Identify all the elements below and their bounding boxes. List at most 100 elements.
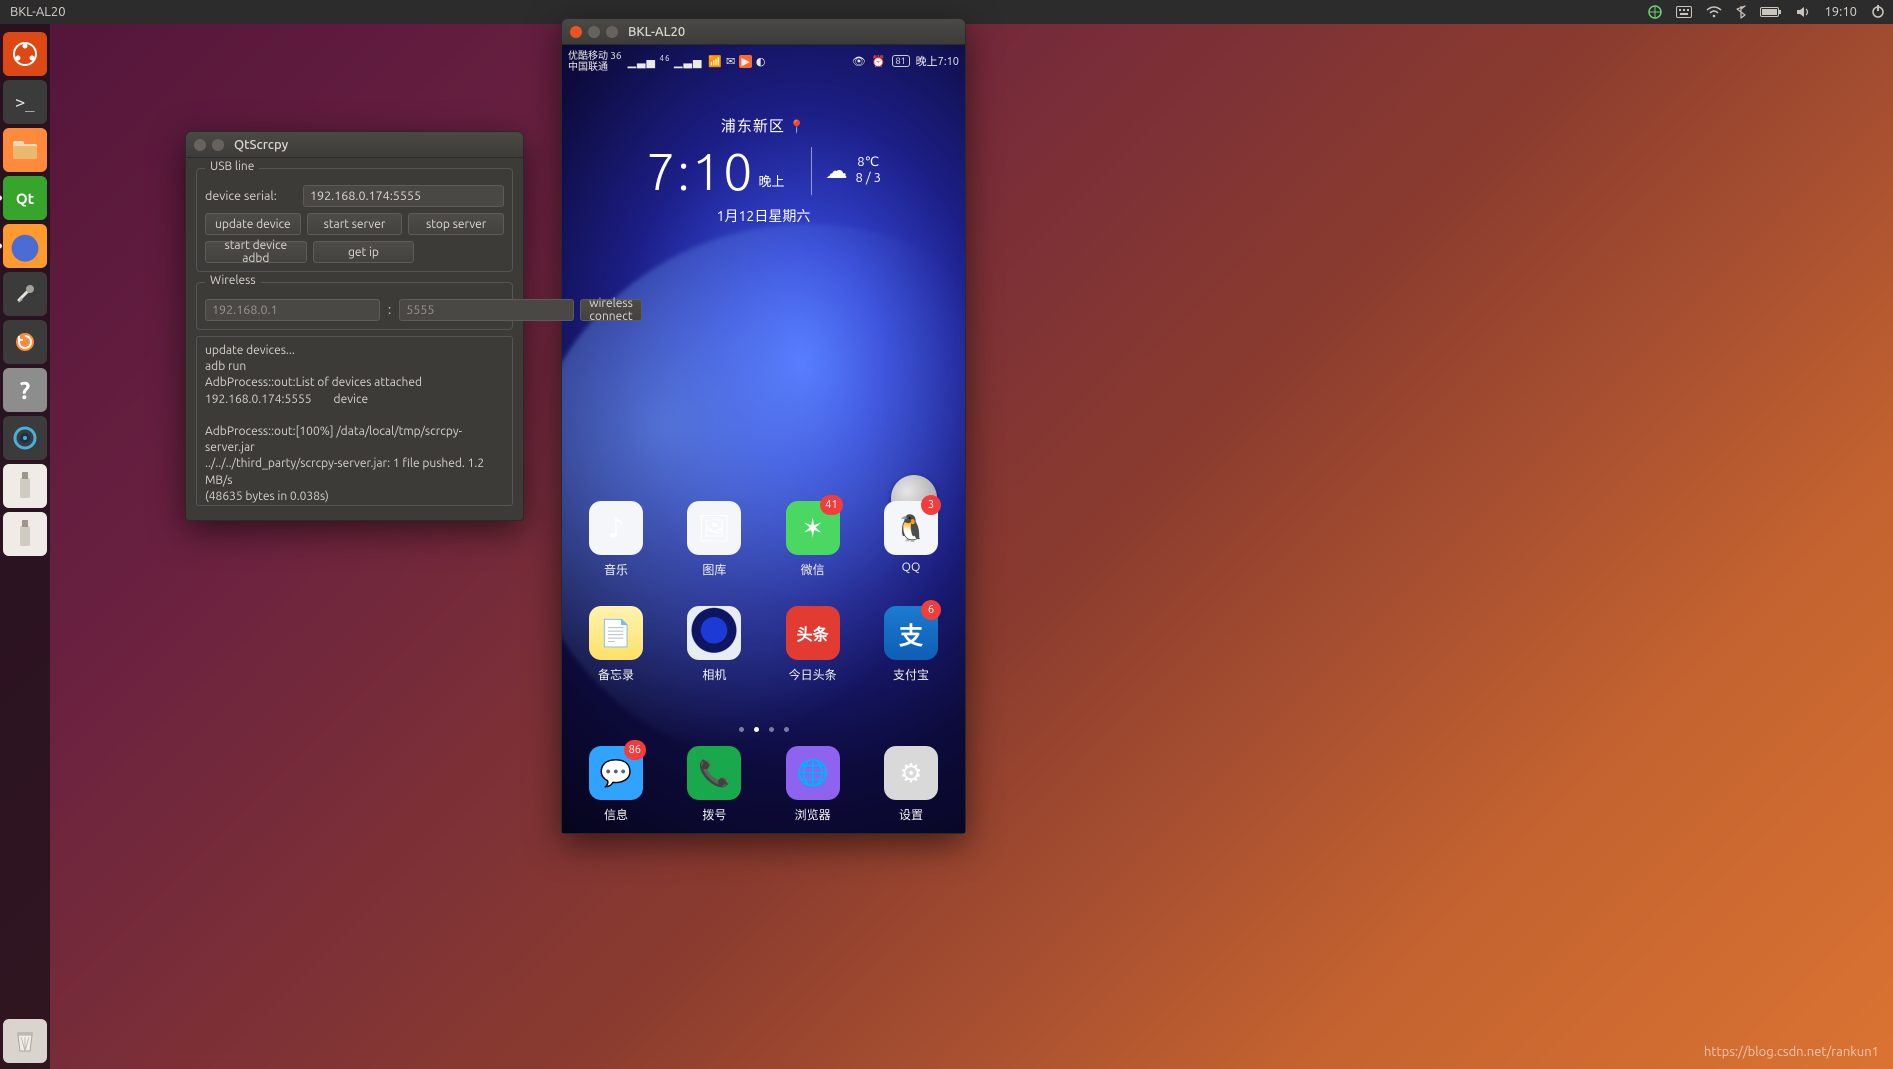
qtscrcpy-titlebar[interactable]: QtScrcpy (186, 132, 523, 158)
phone-title: BKL-AL20 (628, 25, 685, 39)
launcher-qtcreator[interactable]: Qt (3, 176, 47, 220)
big-time: 7:10 (646, 142, 754, 200)
battery-indicator-icon[interactable] (1760, 6, 1782, 18)
wechat-label: 微信 (767, 561, 859, 578)
update-device-button[interactable]: update device (205, 213, 301, 235)
wifi-icon: 📶 (708, 55, 722, 68)
video-notif-icon: ▶ (739, 55, 751, 68)
stop-server-button[interactable]: stop server (408, 213, 504, 235)
minimize-icon[interactable] (212, 139, 224, 151)
wechat-badge: 41 (820, 495, 842, 515)
serial-input[interactable] (303, 185, 504, 207)
keyboard-indicator-icon[interactable] (1676, 6, 1692, 18)
launcher-system-settings[interactable] (3, 272, 47, 316)
launcher-help[interactable]: ? (3, 368, 47, 412)
app-settings[interactable]: ⚙设置 (875, 746, 947, 823)
launcher-usb-drive-2[interactable] (3, 512, 47, 556)
launcher-terminal[interactable]: >_ (3, 80, 47, 124)
gallery-icon: 🖼 (687, 501, 741, 555)
eye-comfort-icon: 👁 (852, 55, 866, 68)
time-suffix: 晚上 (759, 171, 785, 190)
phone-icon: 📞 (687, 746, 741, 800)
temp: 8℃ (856, 155, 881, 171)
carrier-label: 优酷移动 36 中国联通 (568, 50, 622, 72)
qtscrcpy-title: QtScrcpy (234, 138, 288, 152)
weather-icon: ☁ (826, 158, 848, 184)
home-clock-widget[interactable]: 浦东新区📍 7:10 晚上 ☁ 8℃ 8 / 3 1月12日星期六 (562, 115, 965, 226)
app-phone[interactable]: 📞拨号 (678, 746, 750, 823)
clock[interactable]: 19:10 (1824, 5, 1857, 19)
wifi-indicator-icon[interactable] (1706, 6, 1722, 18)
music-icon: ♪ (589, 501, 643, 555)
wireless-legend: Wireless (205, 274, 261, 287)
messages-label: 信息 (570, 806, 662, 823)
browser-label: 浏览器 (767, 806, 859, 823)
sound-indicator-icon[interactable] (1796, 6, 1810, 18)
log-output[interactable]: update devices... adb run AdbProcess::ou… (196, 336, 513, 506)
page-indicator[interactable] (562, 727, 965, 732)
phone-statusbar: 优酷移动 36 中国联通 ▁▃▅ 46 ▁▃▅ 📶 ✉ ▶ ◐ 👁 ⏰ 81 晚… (568, 49, 959, 73)
launcher-dash[interactable] (3, 32, 47, 76)
wireless-connect-button[interactable]: wireless connect (580, 299, 642, 321)
date-text: 1月12日星期六 (562, 206, 965, 226)
alipay-badge: 6 (921, 600, 941, 620)
start-server-button[interactable]: start server (307, 213, 403, 235)
phone-mirror-window: BKL-AL20 优酷移动 36 中国联通 ▁▃▅ 46 ▁▃▅ 📶 ✉ ▶ ◐… (561, 18, 966, 834)
gallery-label: 图库 (668, 561, 760, 578)
app-toutiao[interactable]: 头条今日头条 (777, 606, 849, 683)
generic-notif-icon: ◐ (756, 55, 766, 68)
app-browser[interactable]: 🌐浏览器 (777, 746, 849, 823)
battery-level: 81 (892, 55, 910, 67)
settings-label: 设置 (865, 806, 957, 823)
app-music[interactable]: ♪音乐 (580, 501, 652, 578)
launcher-files[interactable] (3, 128, 47, 172)
app-notes[interactable]: 📄备忘录 (580, 606, 652, 683)
app-camera[interactable]: 相机 (678, 606, 750, 683)
camera-icon (687, 606, 741, 660)
start-adbd-button[interactable]: start device adbd (205, 241, 307, 263)
app-gallery[interactable]: 🖼图库 (678, 501, 750, 578)
home-apps: ♪音乐🖼图库✶微信41🐧QQ3 📄备忘录相机头条今日头条支支付宝6 (562, 501, 965, 683)
signal-icon: ▁▃▅ 46 ▁▃▅ (628, 54, 703, 69)
close-icon[interactable] (570, 26, 582, 38)
get-ip-button[interactable]: get ip (313, 241, 415, 263)
camera-label: 相机 (668, 666, 760, 683)
divider (811, 147, 812, 195)
phone-titlebar[interactable]: BKL-AL20 (562, 19, 965, 45)
usb-group: USB line device serial: update device st… (196, 168, 513, 272)
qq-badge: 3 (921, 495, 941, 515)
minimize-icon[interactable] (588, 26, 600, 38)
app-messages[interactable]: 💬信息86 (580, 746, 652, 823)
colon: : (386, 303, 393, 317)
launcher-trash[interactable] (3, 1019, 47, 1063)
session-indicator-icon[interactable] (1871, 5, 1885, 19)
wireless-port-input[interactable] (399, 299, 574, 321)
qtscrcpy-window: QtScrcpy USB line device serial: update … (185, 131, 524, 521)
alarm-icon: ⏰ (872, 55, 886, 68)
launcher-usb-drive-1[interactable] (3, 464, 47, 508)
location-pin-icon: 📍 (789, 120, 806, 134)
settings-icon: ⚙ (884, 746, 938, 800)
phone-screen[interactable]: 优酷移动 36 中国联通 ▁▃▅ 46 ▁▃▅ 📶 ✉ ▶ ◐ 👁 ⏰ 81 晚… (562, 45, 965, 833)
notes-label: 备忘录 (570, 666, 662, 683)
maximize-icon[interactable] (606, 26, 618, 38)
app-alipay[interactable]: 支支付宝6 (875, 606, 947, 683)
wireless-ip-input[interactable] (205, 299, 380, 321)
location-text: 浦东新区 (721, 117, 785, 134)
phone-dock: 💬信息86📞拨号🌐浏览器⚙设置 (562, 746, 965, 823)
music-label: 音乐 (570, 561, 662, 578)
close-icon[interactable] (194, 139, 206, 151)
notes-icon: 📄 (589, 606, 643, 660)
app-qq[interactable]: 🐧QQ3 (875, 501, 947, 578)
usb-legend: USB line (205, 160, 259, 173)
unity-launcher: >_ Qt ? (0, 24, 50, 1069)
bluetooth-indicator-icon[interactable] (1736, 5, 1746, 19)
alipay-label: 支付宝 (865, 666, 957, 683)
launcher-cheese[interactable] (3, 416, 47, 460)
app-wechat[interactable]: ✶微信41 (777, 501, 849, 578)
wireless-group: Wireless : wireless connect (196, 282, 513, 330)
network-manager-icon[interactable] (1648, 5, 1662, 19)
browser-icon: 🌐 (786, 746, 840, 800)
launcher-firefox[interactable] (3, 224, 47, 268)
launcher-software-updater[interactable] (3, 320, 47, 364)
